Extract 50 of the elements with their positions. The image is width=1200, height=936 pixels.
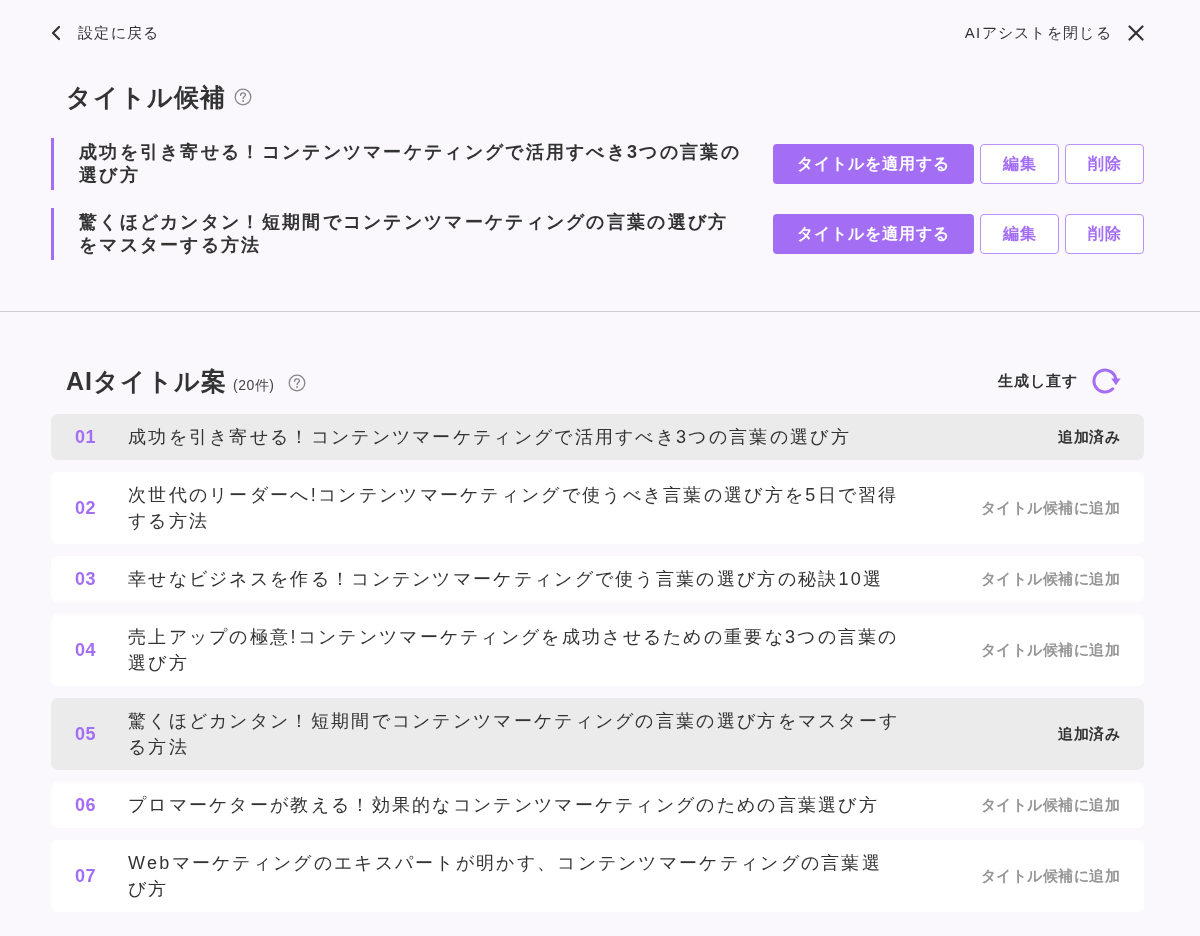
row-number: 05 xyxy=(75,723,98,745)
back-link-text: 設定に戻る xyxy=(78,23,160,43)
row-number: 02 xyxy=(75,497,98,519)
add-to-candidates-button[interactable]: タイトル候補に追加 xyxy=(980,795,1120,815)
row-number: 07 xyxy=(75,865,98,887)
add-to-candidates-button[interactable]: タイトル候補に追加 xyxy=(980,498,1120,518)
title-suggestion-row[interactable]: 01 成功を引き寄せる！コンテンツマーケティングで活用すべき3つの言葉の選び方 追加済み xyxy=(51,414,1144,460)
suggestion-title: 驚くほどカンタン！短期間でコンテンツマーケティングの言葉の選び方をマスターする方法 xyxy=(128,710,901,759)
refresh-icon xyxy=(1090,366,1122,396)
add-to-candidates-button[interactable]: タイトル候補に追加 xyxy=(980,569,1120,589)
title-suggestion-row[interactable]: 02 次世代のリーダーへ!コンテンツマーケティングで使うべき言葉の選び方を5日で習得する方法 タイトル候補に追加 xyxy=(51,472,1144,544)
close-assist-text: AIアシストを閉じる xyxy=(964,23,1112,43)
title-suggestion-row[interactable]: 03 幸せなビジネスを作る！コンテンツマーケティングで使う言葉の選び方の秘訣10選 タイトル候補に追加 xyxy=(51,556,1144,602)
apply-title-button[interactable]: タイトルを適用する xyxy=(773,144,974,184)
item-count: (20件) xyxy=(233,376,275,395)
section-heading: タイトル候補 xyxy=(66,81,226,113)
delete-button[interactable]: 削除 xyxy=(1065,214,1144,254)
apply-title-button[interactable]: タイトルを適用する xyxy=(773,214,974,254)
chevron-left-icon xyxy=(51,25,61,41)
row-number: 04 xyxy=(75,639,98,661)
added-status: 追加済み xyxy=(1058,724,1120,744)
candidate-title: 成功を引き寄せる！コンテンツマーケティングで活用すべき3つの言葉の選び方 xyxy=(79,141,742,187)
help-icon[interactable] xyxy=(288,374,307,392)
close-assist-link[interactable]: AIアシストを閉じる xyxy=(964,23,1144,43)
title-suggestion-row[interactable]: 04 売上アップの極意!コンテンツマーケティングを成功させるための重要な3つの言葉の選び方 タイトル候補に追加 xyxy=(51,614,1144,686)
regenerate-label: 生成し直す xyxy=(998,371,1078,391)
row-number: 01 xyxy=(75,426,98,448)
suggestion-title: 成功を引き寄せる！コンテンツマーケティングで活用すべき3つの言葉の選び方 xyxy=(128,426,852,449)
edit-button[interactable]: 編集 xyxy=(980,144,1059,184)
row-number: 03 xyxy=(75,568,98,590)
title-suggestion-row[interactable]: 07 Webマーケティングのエキスパートが明かす、コンテンツマーケティングの言葉選び方 タイトル候補に追加 xyxy=(51,840,1144,912)
add-to-candidates-button[interactable]: タイトル候補に追加 xyxy=(980,866,1120,886)
close-icon xyxy=(1128,25,1144,41)
regenerate-button[interactable]: 生成し直す xyxy=(998,366,1122,396)
suggestion-title: 次世代のリーダーへ!コンテンツマーケティングで使うべき言葉の選び方を5日で習得する方法 xyxy=(128,484,900,533)
title-suggestion-row[interactable]: 05 驚くほどカンタン！短期間でコンテンツマーケティングの言葉の選び方をマスターする方法 追加済み xyxy=(51,698,1144,770)
section-heading: AIタイトル案 xyxy=(66,365,227,397)
title-suggestion-row[interactable]: 06 プロマーケターが教える！効果的なコンテンツマーケティングのための言葉選び方 タイトル候補に追加 xyxy=(51,782,1144,828)
add-to-candidates-button[interactable]: タイトル候補に追加 xyxy=(980,640,1120,660)
edit-button[interactable]: 編集 xyxy=(980,214,1059,254)
back-link[interactable]: 設定に戻る xyxy=(51,23,160,43)
suggestion-title: プロマーケターが教える！効果的なコンテンツマーケティングのための言葉選び方 xyxy=(128,794,881,817)
suggestion-title: 売上アップの極意!コンテンツマーケティングを成功させるための重要な3つの言葉の選び方 xyxy=(128,626,900,675)
added-status: 追加済み xyxy=(1058,427,1120,447)
delete-button[interactable]: 削除 xyxy=(1065,144,1144,184)
suggestion-title: 幸せなビジネスを作る！コンテンツマーケティングで使う言葉の選び方の秘訣10選 xyxy=(128,568,885,591)
suggestion-title: Webマーケティングのエキスパートが明かす、コンテンツマーケティングの言葉選び方 xyxy=(128,852,884,901)
help-icon[interactable] xyxy=(234,88,252,106)
candidate-title: 驚くほどカンタン！短期間でコンテンツマーケティングの言葉の選び方をマスターする方法 xyxy=(79,211,730,257)
row-number: 06 xyxy=(75,794,98,816)
